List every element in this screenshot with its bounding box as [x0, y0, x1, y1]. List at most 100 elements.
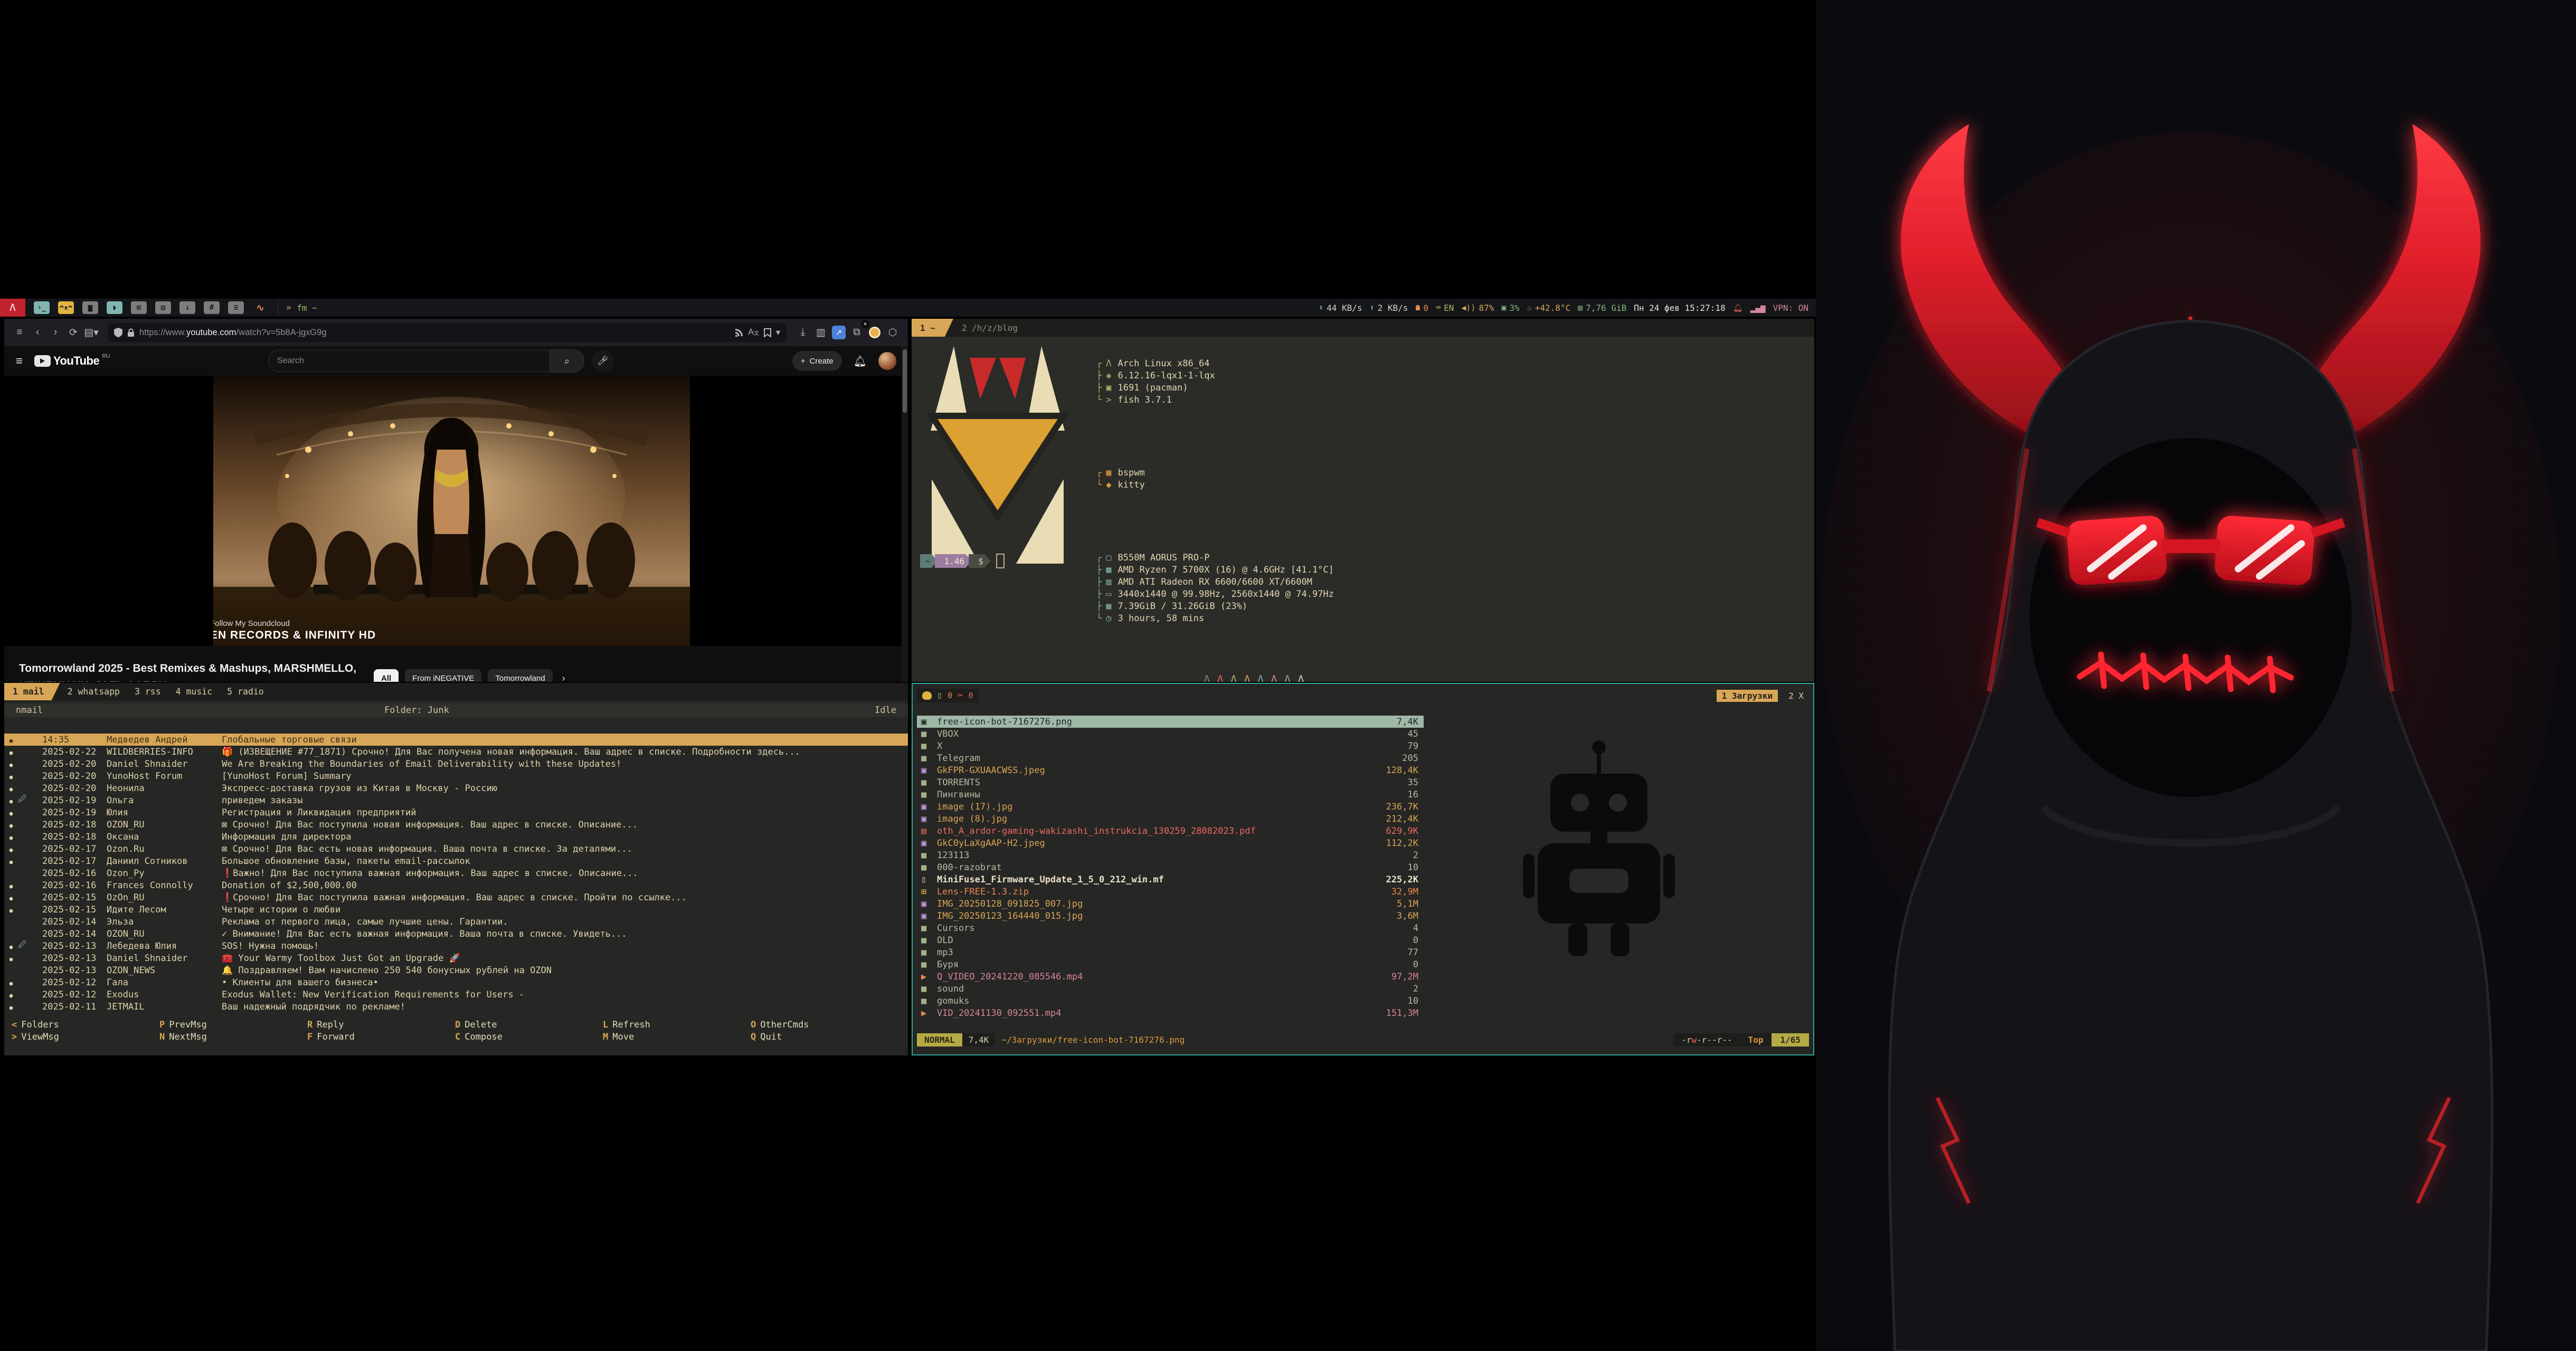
mail-help-item[interactable]: FForward — [300, 1032, 448, 1042]
filter-chip[interactable]: From iNEGATIVE — [405, 669, 481, 682]
mail-row[interactable]: 🖉 2025-02-16 Ozon_Py ❗Важно! Для Вас пос… — [4, 867, 908, 879]
file-row[interactable]: GkFPR-GXUAACWSS.jpeg 128,4K — [917, 764, 1424, 776]
terminal-tab[interactable]: 1 ~ — [912, 319, 953, 337]
file-row[interactable]: IMG_20250128_091825_007.jpg 5,1M — [917, 898, 1424, 910]
mail-row[interactable]: 🖉 2025-02-15 Идите Лесом Четыре истории … — [4, 903, 908, 916]
mail-help-item[interactable]: <Folders — [4, 1020, 152, 1030]
mail-row[interactable]: 🖉 2025-02-20 Daniel Shnaider We Are Brea… — [4, 758, 908, 770]
mail-tab[interactable]: 2 whatsapp — [60, 683, 127, 700]
mail-row[interactable]: 🖉 2025-02-20 YunoHost Forum [YunoHost Fo… — [4, 770, 908, 782]
avatar[interactable] — [878, 352, 896, 370]
extensions-puzzle-icon[interactable]: ⬡ — [884, 324, 902, 341]
mail-row[interactable]: 🖉 2025-02-18 Оксана Информация для дирек… — [4, 831, 908, 843]
mail-tab[interactable]: 3 rss — [127, 683, 168, 700]
bookmark-icon[interactable] — [764, 328, 771, 337]
file-row[interactable]: X 79 — [917, 740, 1424, 752]
extension-blue-icon[interactable]: ↗ — [830, 324, 848, 341]
create-button[interactable]: +Create — [792, 351, 842, 371]
file-row[interactable]: gomuks 10 — [917, 995, 1424, 1007]
mail-tab[interactable]: 5 radio — [220, 683, 271, 700]
workspace-download-icon[interactable]: ↓ — [179, 301, 195, 314]
mail-help-item[interactable]: >ViewMsg — [4, 1032, 152, 1042]
downloads-icon[interactable]: ⤓ — [794, 324, 812, 341]
mail-row[interactable]: 🖉 2025-02-11 JETMAIL Ваш надежный подряд… — [4, 1001, 908, 1013]
file-row[interactable]: mp3 77 — [917, 946, 1424, 958]
mail-row[interactable]: 🖉 14:35 Медведев Андрей Глобальные торго… — [4, 734, 908, 746]
workspace-folder-icon[interactable]: ▆ — [82, 301, 98, 314]
file-row[interactable]: Буря 0 — [917, 958, 1424, 971]
file-row[interactable]: image (17).jpg 236,7K — [917, 801, 1424, 813]
mail-row[interactable]: 🖉 2025-02-15 OzOn_RU ❗Срочно! Для Вас по… — [4, 891, 908, 903]
mail-tab[interactable]: 4 music — [168, 683, 220, 700]
file-row[interactable]: Cursors 4 — [917, 922, 1424, 934]
video-player[interactable]: Follow My Soundcloud EN RECORDS & INFINI… — [213, 376, 690, 646]
file-row[interactable]: Q_VIDEO_20241220_085546.mp4 97,2M — [917, 971, 1424, 983]
clock[interactable]: Пн 24 фев 15:27:18 — [1634, 303, 1725, 313]
mail-help-item[interactable]: PPrevMsg — [152, 1020, 300, 1030]
youtube-guide-icon[interactable]: ≡ — [16, 354, 23, 368]
notifications-bell-icon[interactable]: 🔔︎ — [854, 355, 867, 368]
keyboard-layout[interactable]: EN — [1444, 303, 1454, 313]
notification-bell-icon[interactable]: 🔔︎ — [1733, 303, 1743, 312]
file-row[interactable]: 123113 2 — [917, 849, 1424, 861]
workspace-windows-icon[interactable]: ⊞ — [131, 301, 147, 314]
terminal-tab[interactable]: 2 /h/z/blog — [953, 319, 1031, 337]
workspace-image-icon[interactable]: ▨ — [155, 301, 171, 314]
volume-value[interactable]: 87% — [1479, 303, 1494, 313]
mail-row[interactable]: 🖉 2025-02-14 Эльза Реклама от первого ли… — [4, 916, 908, 928]
file-row[interactable]: image (8).jpg 212,4K — [917, 813, 1424, 825]
file-row[interactable]: TORRENTS 35 — [917, 776, 1424, 788]
file-row[interactable]: sound 2 — [917, 983, 1424, 995]
sidebar-icon[interactable]: ▥ — [812, 324, 830, 341]
browser-scrollbar[interactable] — [902, 346, 908, 682]
filter-chip[interactable]: All — [374, 669, 399, 682]
forward-icon[interactable]: › — [46, 324, 64, 341]
file-manager-tab[interactable]: 2 X — [1783, 690, 1809, 702]
url-text[interactable]: https://www.youtube.com/watch?v=5b8A-jgx… — [139, 328, 730, 338]
mail-row[interactable]: 🖉 2025-02-18 OZON_RU ⊠ Срочно! Для Вас п… — [4, 819, 908, 831]
workspace-terminal-icon[interactable]: ›_ — [34, 301, 50, 314]
menu-icon[interactable]: ≡ — [11, 324, 29, 341]
workspace-hash-icon[interactable]: # — [204, 301, 220, 314]
mail-row[interactable]: 🖉 2025-02-12 Exodus Exodus Wallet: New V… — [4, 988, 908, 1001]
mail-help-item[interactable]: OOtherCmds — [743, 1020, 891, 1030]
mail-row[interactable]: 🖉 2025-02-16 Frances Connolly Donation o… — [4, 879, 908, 891]
workspace-list-icon[interactable]: ≡ — [228, 301, 244, 314]
file-manager-tab[interactable]: 1 Загрузки — [1717, 690, 1778, 702]
mail-row[interactable]: 🖉 2025-02-13 OZON_NEWS 🔔 Поздравляем! Ва… — [4, 964, 908, 976]
workspace-cat-icon[interactable]: ᴖᴥᴖ — [58, 301, 74, 314]
pip-extension-icon[interactable]: ⧉ — [848, 324, 866, 341]
file-row[interactable]: 000-razobrat 10 — [917, 861, 1424, 873]
file-row[interactable]: Lens-FREE-1.3.zip 32,9M — [917, 886, 1424, 898]
search-button[interactable]: ⌕ — [550, 349, 584, 373]
mail-row[interactable]: 🖉 2025-02-13 Лебедева Юлия SOS! Нужна по… — [4, 940, 908, 952]
chips-more-icon[interactable]: › — [562, 673, 565, 682]
mail-row[interactable]: 🖉 2025-02-17 Даниил Сотников Большое обн… — [4, 855, 908, 867]
mail-row[interactable]: 🖉 2025-02-20 Неонила Экспресс-доставка г… — [4, 782, 908, 794]
file-row[interactable]: Telegram 205 — [917, 752, 1424, 764]
file-row[interactable]: oth_A_ardor-gaming-wakizashi_instrukcia_… — [917, 825, 1424, 837]
mail-row[interactable]: 🖉 2025-02-17 Ozon.Ru ⊠ Срочно! Для Вас е… — [4, 843, 908, 855]
search-input[interactable]: Search — [268, 350, 550, 372]
mail-row[interactable]: 🖉 2025-02-19 Юлия Регистрация и Ликвидац… — [4, 806, 908, 819]
youtube-logo[interactable]: YouTube RU — [34, 354, 110, 368]
filter-chip[interactable]: Tomorrowland — [488, 669, 552, 682]
shell-prompt[interactable]: ~ 1.46 $ — [920, 554, 1005, 568]
reload-icon[interactable]: ⟳ — [64, 324, 82, 341]
keyboard-icon[interactable]: ⌨ — [1436, 303, 1441, 312]
file-row[interactable]: OLD 0 — [917, 934, 1424, 946]
mail-tab[interactable]: 1 mail — [4, 683, 60, 700]
file-row[interactable]: GkC0yLaXgAAP-H2.jpeg 112,2K — [917, 837, 1424, 849]
workspace-chat-icon[interactable]: ◗ — [107, 301, 122, 314]
file-row[interactable]: MiniFuse1_Firmware_Update_1_5_0_212_win.… — [917, 873, 1424, 886]
mail-help-item[interactable]: QQuit — [743, 1032, 891, 1042]
url-bar[interactable]: https://www.youtube.com/watch?v=5b8A-jgx… — [108, 323, 787, 342]
file-row[interactable]: free-icon-bot-7167276.png 7,4K — [917, 716, 1424, 728]
reader-mode-icon[interactable]: ▤▾ — [82, 324, 100, 341]
arch-launcher-icon[interactable]: Λ — [0, 299, 25, 317]
file-row[interactable]: VBOX 45 — [917, 728, 1424, 740]
mail-help-item[interactable]: CCompose — [448, 1032, 595, 1042]
shield-icon[interactable] — [114, 328, 122, 337]
voice-search-icon[interactable]: 🎤︎ — [592, 350, 614, 372]
translate-icon[interactable]: A文 — [748, 328, 759, 337]
